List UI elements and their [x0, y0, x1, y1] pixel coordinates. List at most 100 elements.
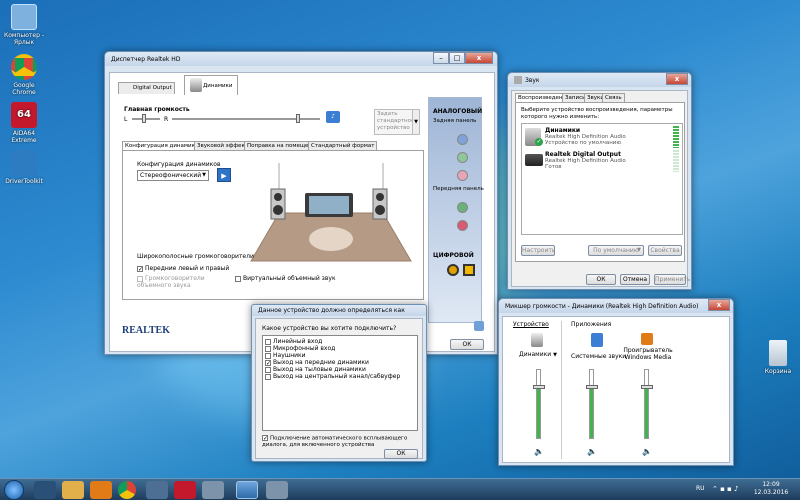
taskbar-realtek-icon[interactable]: [236, 481, 258, 499]
taskbar-sound-icon[interactable]: [266, 481, 288, 499]
ok-button[interactable]: ОК: [450, 339, 484, 350]
sound-cancel-button[interactable]: Отмена: [620, 274, 650, 285]
maximize-button[interactable]: □: [449, 52, 465, 64]
language-indicator[interactable]: RU: [696, 485, 705, 492]
optical-jack[interactable]: [463, 264, 475, 276]
properties-button[interactable]: Свойства: [648, 245, 682, 256]
auto-popup-checkbox[interactable]: ✓ Подключение автоматического всплывающег…: [262, 435, 422, 448]
balance-slider[interactable]: [132, 114, 160, 123]
dialog-titlebar: Данное устройство должно определяться ка…: [252, 305, 426, 316]
info-icon[interactable]: [474, 321, 484, 331]
taskbar-chrome-icon[interactable]: [118, 481, 136, 499]
option-line-in[interactable]: Линейный вход: [265, 338, 322, 345]
sound-ok-button[interactable]: ОК: [586, 274, 616, 285]
desktop-icon-computer[interactable]: Компьютер - Ярлык: [2, 4, 46, 46]
speaker-room-graphic: [250, 163, 412, 262]
computer-icon: [11, 4, 37, 30]
option-rear-speakers[interactable]: Выход на тыловые динамики: [265, 366, 366, 373]
close-button[interactable]: x: [708, 299, 730, 311]
desktop-icon-recycle-bin[interactable]: Корзина: [756, 340, 800, 375]
start-button[interactable]: [4, 480, 24, 500]
tray-icons[interactable]: ⌃ ▪ ▪ ♪: [712, 485, 739, 493]
mixer-slider-media-player[interactable]: [641, 369, 653, 439]
taskbar-network-icon[interactable]: [146, 481, 168, 499]
master-volume-slider[interactable]: [172, 114, 320, 123]
option-center-sub[interactable]: Выход на центральный канал/сабвуфер: [265, 373, 400, 380]
default-device-dropdown-arrow[interactable]: ▼: [412, 109, 420, 135]
taskbar-explorer-icon[interactable]: [34, 481, 56, 499]
mute-media-player-icon[interactable]: 🔈: [642, 447, 652, 456]
tab-digital-output[interactable]: Digital Output: [118, 82, 175, 94]
system-sounds-icon: [591, 333, 603, 347]
coaxial-jack[interactable]: [447, 264, 459, 276]
front-lr-checkbox[interactable]: ✓ Передние левый и правый: [137, 265, 229, 272]
front-jack-green[interactable]: [457, 202, 468, 213]
rear-jack-pink[interactable]: [457, 170, 468, 181]
mixer-titlebar: Микшер громкости - Динамики (Realtek Hig…: [499, 299, 733, 313]
mixer-device-dropdown[interactable]: Динамики ▼: [519, 351, 557, 358]
realtek-logo: REALTEK: [122, 325, 170, 336]
close-button[interactable]: x: [465, 52, 493, 64]
windows-media-player-icon: [641, 333, 653, 345]
realtek-title: Диспетчер Realtek HD: [111, 55, 181, 63]
surround-checkbox[interactable]: Громкоговорители объемного звука: [137, 275, 217, 289]
set-default-button[interactable]: По умолчанию ▼: [588, 245, 644, 256]
option-mic-in[interactable]: Микрофонный вход: [265, 345, 335, 352]
taskbar-media-player-icon[interactable]: [90, 481, 112, 499]
rear-jack-blue[interactable]: [457, 134, 468, 145]
master-volume-thumb[interactable]: [295, 114, 300, 123]
option-headphones[interactable]: Наушники: [265, 352, 306, 359]
level-meter: [673, 126, 679, 148]
play-test-button[interactable]: ▶: [217, 168, 231, 182]
digital-output-icon: [525, 154, 543, 166]
configure-button[interactable]: Настроить: [521, 245, 555, 256]
speakers-icon: [190, 78, 202, 92]
speakers-icon: [531, 333, 543, 347]
option-front-speakers[interactable]: ✓ Выход на передние динамики: [265, 359, 369, 366]
close-button[interactable]: x: [666, 73, 688, 85]
tab-default-format[interactable]: Стандартный формат: [308, 141, 378, 150]
balance-thumb[interactable]: [142, 114, 146, 123]
taskbar: RU ⌃ ▪ ▪ ♪ 12:09 12.03.2016: [0, 478, 800, 500]
desktop-icon-drivertoolkit[interactable]: DriverToolkit: [2, 150, 46, 185]
sound-apply-button[interactable]: Применить: [654, 274, 690, 285]
tab-speaker-config[interactable]: Конфигурация динамиков: [122, 141, 205, 150]
mute-speakers-icon[interactable]: 🔈: [534, 447, 544, 456]
speaker-config-panel: Конфигурация динамиков Стереофонический ▼…: [122, 150, 424, 300]
rear-jack-green[interactable]: [457, 152, 468, 163]
mixer-slider-system-sounds[interactable]: [586, 369, 598, 439]
clock[interactable]: 12:09 12.03.2016: [752, 481, 790, 497]
taskbar-shield-icon[interactable]: [202, 481, 224, 499]
virtual-surround-checkbox[interactable]: Виртуальный объемный звук: [235, 275, 336, 282]
desktop-icon-chrome[interactable]: Google Chrome: [2, 54, 46, 96]
device-dialog: Данное устройство должно определяться ка…: [251, 304, 427, 462]
dialog-ok-button[interactable]: ОК: [384, 449, 418, 459]
mute-system-sounds-icon[interactable]: 🔈: [587, 447, 597, 456]
taskbar-aida64-icon[interactable]: [174, 481, 196, 499]
playback-device-list: ✓ Динамики Realtek High Definition Audio…: [521, 123, 683, 235]
desktop-icon-aida64[interactable]: 64 AIDA64 Extreme: [2, 102, 46, 144]
front-jack-pink[interactable]: [457, 220, 468, 231]
chevron-down-icon: ▼: [553, 352, 557, 358]
device-speakers[interactable]: ✓ Динамики Realtek High Definition Audio…: [523, 126, 681, 148]
mixer-slider-speakers[interactable]: [533, 369, 545, 439]
tab-sound-effects[interactable]: Звуковой эффект: [194, 141, 251, 150]
chrome-icon: [11, 54, 37, 80]
device-digital-output[interactable]: Realtek Digital Output Realtek High Defi…: [523, 150, 681, 172]
volume-mixer-window: Микшер громкости - Динамики (Realtek Hig…: [498, 298, 734, 466]
speaker-config-select[interactable]: Стереофонический ▼: [137, 170, 209, 181]
mute-button[interactable]: ♪: [326, 111, 340, 123]
sound-titlebar: Звук: [508, 73, 691, 87]
sound-icon: [514, 76, 522, 84]
taskbar-folder-icon[interactable]: [62, 481, 84, 499]
aida64-icon: 64: [11, 102, 37, 128]
window-controls: x: [708, 299, 730, 311]
sound-window: Звук x Воспроизведение Запись Звуки Связ…: [507, 72, 692, 290]
tab-communications[interactable]: Связь: [602, 93, 625, 102]
minimize-button[interactable]: –: [433, 52, 449, 64]
recycle-bin-icon: [769, 340, 787, 366]
divider: [561, 321, 562, 459]
default-check-icon: ✓: [535, 138, 543, 146]
jack-panel: АНАЛОГОВЫЙ Задняя панель Передняя панель…: [428, 97, 484, 323]
window-controls: – □ x: [433, 52, 493, 64]
